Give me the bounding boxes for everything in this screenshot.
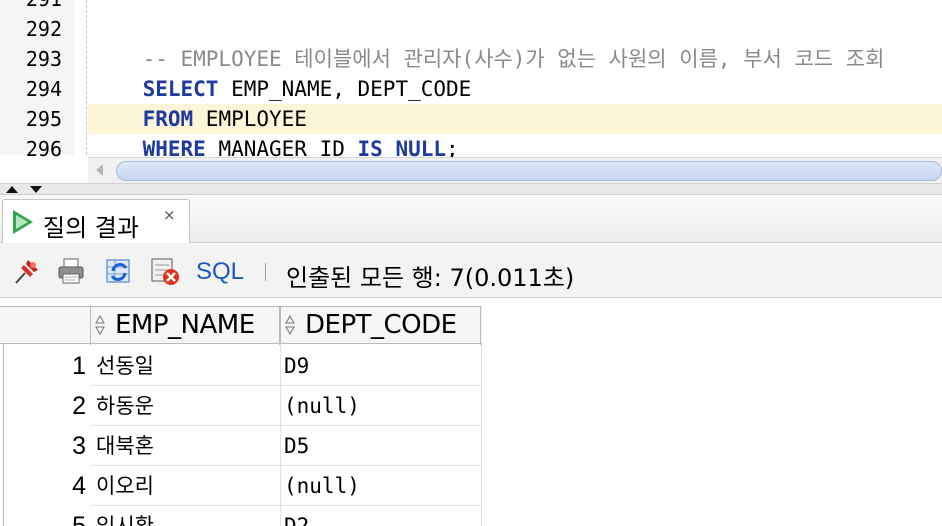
run-icon-highlight — [16, 215, 28, 229]
fetch-status: 인출된 모든 행: 7(0.011초) — [286, 264, 575, 292]
sort-icon[interactable] — [95, 315, 105, 335]
result-grid[interactable]: EMP_NAME DEPT_CODE 1 선동일 D9 2 하동운 (null)… — [0, 298, 942, 526]
cell-dept-code[interactable]: (null) — [284, 466, 360, 506]
fold-guide — [86, 0, 87, 155]
line-number-gutter: 291 292 293 294 295 296 — [0, 0, 74, 161]
line-number: 293 — [25, 47, 62, 71]
code-line-from[interactable]: FROM EMPLOYEE — [92, 74, 307, 131]
cell-emp-name[interactable]: 이오리 — [96, 466, 154, 506]
code-line-select[interactable]: SELECT EMP_NAME, DEPT_CODE — [92, 44, 472, 101]
grid-header-row: EMP_NAME DEPT_CODE — [0, 306, 482, 345]
row-number: 2 — [72, 392, 86, 420]
sort-icon[interactable] — [285, 315, 295, 335]
row-number: 5 — [72, 512, 86, 526]
column-header-emp-name[interactable]: EMP_NAME — [90, 307, 280, 345]
scroll-left-icon[interactable] — [96, 164, 103, 176]
cell-emp-name[interactable]: 대북혼 — [96, 426, 154, 466]
line-number: 296 — [25, 137, 62, 161]
scrollbar-thumb[interactable] — [116, 161, 942, 181]
close-icon[interactable]: × — [163, 206, 176, 224]
column-header-label: EMP_NAME — [115, 310, 255, 340]
table-row[interactable]: 1 선동일 D9 — [0, 346, 482, 386]
column-header-dept-code[interactable]: DEPT_CODE — [280, 307, 481, 345]
results-tab-bar: 질의 결과 × — [0, 195, 942, 243]
cell-dept-code[interactable]: D9 — [284, 346, 309, 386]
cell-dept-code[interactable]: D2 — [284, 506, 309, 526]
clear-results-icon[interactable] — [150, 256, 180, 286]
pin-icon[interactable] — [12, 256, 42, 286]
row-number: 3 — [72, 432, 86, 460]
sql-editor[interactable]: 291 292 293 294 295 296 -- EMPLOYEE 테이블에… — [0, 0, 942, 183]
line-number: 291 — [0, 0, 62, 14]
line-number: 295 — [25, 107, 62, 131]
table-row[interactable]: 2 하동운 (null) — [0, 386, 482, 426]
code-line-comment[interactable]: -- EMPLOYEE 테이블에서 관리자(사수)가 없는 사원의 이름, 부서… — [92, 14, 885, 71]
code-line-where[interactable]: WHERE MANAGER_ID IS NULL; — [92, 104, 459, 161]
row-number: 1 — [72, 352, 86, 380]
collapse-up-icon[interactable] — [6, 186, 18, 193]
line-number: 292 — [25, 17, 62, 41]
cell-emp-name[interactable]: 하동운 — [96, 386, 154, 426]
panel-splitter[interactable] — [0, 183, 942, 195]
print-icon[interactable] — [56, 256, 86, 286]
sql-button[interactable]: SQL — [196, 258, 244, 286]
table-row[interactable]: 3 대북혼 D5 — [0, 426, 482, 466]
table-row[interactable]: 4 이오리 (null) — [0, 466, 482, 506]
refresh-icon[interactable] — [104, 256, 134, 286]
cell-dept-code[interactable]: (null) — [284, 386, 360, 426]
cell-emp-name[interactable]: 선동일 — [96, 346, 154, 386]
cell-emp-name[interactable]: 임시환 — [96, 506, 154, 526]
table-row[interactable]: 5 임시환 D2 — [0, 506, 482, 526]
results-toolbar: SQL 인출된 모든 행: 7(0.011초) — [0, 243, 942, 298]
line-number: 294 — [25, 77, 62, 101]
toolbar-separator — [265, 263, 266, 281]
tab-query-result[interactable]: 질의 결과 × — [2, 199, 190, 243]
column-header-label: DEPT_CODE — [305, 310, 457, 340]
collapse-down-icon[interactable] — [30, 186, 42, 193]
row-number: 4 — [72, 472, 86, 500]
horizontal-scrollbar[interactable] — [88, 157, 942, 183]
cell-dept-code[interactable]: D5 — [284, 426, 309, 466]
tab-label: 질의 결과 — [43, 214, 139, 242]
